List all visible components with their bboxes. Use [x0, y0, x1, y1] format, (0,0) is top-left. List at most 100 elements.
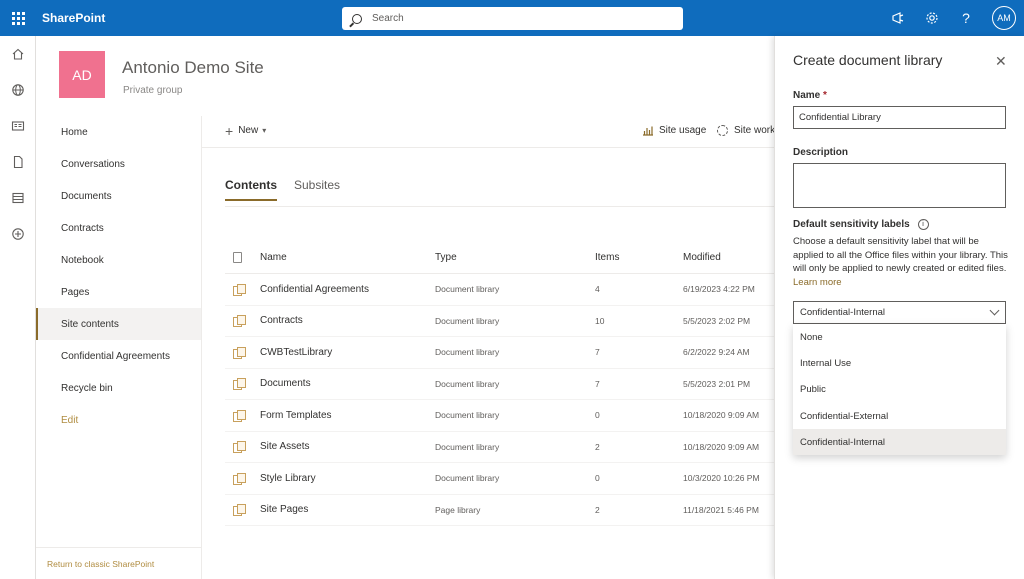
type-column-header[interactable]: Type: [435, 252, 595, 263]
required-mark: *: [823, 90, 827, 101]
library-icon: [233, 378, 246, 391]
rail-sites-button[interactable]: [0, 72, 36, 108]
sensitivity-description-text: Choose a default sensitivity label that …: [793, 236, 1008, 274]
add-circle-icon: [12, 228, 24, 240]
brand-link[interactable]: SharePoint: [42, 11, 105, 25]
table-row[interactable]: CWBTestLibrary Document library 7 6/2/20…: [225, 337, 774, 369]
learn-more-link[interactable]: Learn more: [793, 277, 842, 288]
option-internal-use[interactable]: Internal Use: [793, 350, 1006, 376]
row-name[interactable]: Site Assets: [260, 441, 435, 452]
megaphone-icon[interactable]: [890, 10, 906, 26]
app-launcher-button[interactable]: [0, 0, 36, 36]
chevron-down-icon: ▾: [262, 126, 267, 135]
sensitivity-description: Choose a default sensitivity label that …: [793, 235, 1008, 289]
items-column-header[interactable]: Items: [595, 252, 683, 263]
table-row[interactable]: Form Templates Document library 0 10/18/…: [225, 400, 774, 432]
rail-create-button[interactable]: [0, 216, 36, 252]
row-name[interactable]: CWBTestLibrary: [260, 347, 435, 358]
nav-item-pages[interactable]: Pages: [36, 276, 201, 308]
row-name[interactable]: Style Library: [260, 473, 435, 484]
left-navigation: Home Conversations Documents Contracts N…: [36, 116, 202, 579]
close-icon[interactable]: ✕: [995, 54, 1007, 68]
option-public[interactable]: Public: [793, 377, 1006, 403]
option-confidential-internal[interactable]: Confidential-Internal: [793, 429, 1006, 456]
list-icon: [12, 192, 24, 204]
nav-item-recycle-bin[interactable]: Recycle bin: [36, 372, 201, 404]
home-icon: [12, 48, 24, 60]
row-name[interactable]: Site Pages: [260, 504, 435, 515]
table-row[interactable]: Confidential Agreements Document library…: [225, 274, 774, 306]
option-none[interactable]: None: [793, 324, 1006, 350]
rail-home-button[interactable]: [0, 36, 36, 72]
description-field[interactable]: [793, 163, 1006, 208]
row-name[interactable]: Contracts: [260, 315, 435, 326]
site-title[interactable]: Antonio Demo Site: [122, 58, 264, 78]
search-placeholder: Search: [372, 13, 404, 24]
row-modified: 6/2/2022 9:24 AM: [683, 347, 750, 358]
rail-news-button[interactable]: [0, 108, 36, 144]
table-row[interactable]: Site Assets Document library 2 10/18/202…: [225, 432, 774, 463]
library-icon: [233, 441, 246, 454]
row-type: Document library: [435, 410, 500, 421]
library-icon: [233, 283, 246, 296]
row-type: Document library: [435, 473, 500, 484]
nav-item-contracts[interactable]: Contracts: [36, 212, 201, 244]
site-usage-button[interactable]: Site usage: [642, 125, 706, 136]
tab-contents[interactable]: Contents: [225, 178, 277, 201]
site-usage-label: Site usage: [659, 125, 707, 136]
waffle-icon: [11, 11, 25, 25]
modified-column-header[interactable]: Modified: [683, 252, 774, 263]
search-box[interactable]: Search: [342, 7, 683, 30]
site-subtitle: Private group: [123, 85, 183, 96]
panel-title: Create document library: [793, 52, 943, 68]
file-type-header[interactable]: [225, 252, 260, 263]
gear-icon[interactable]: [924, 10, 940, 26]
create-library-panel: Create document library ✕ Name * Descrip…: [774, 36, 1024, 579]
nav-item-notebook[interactable]: Notebook: [36, 244, 201, 276]
page-library-icon: [233, 504, 246, 517]
new-button[interactable]: + New ▾: [225, 124, 267, 138]
table-row[interactable]: Site Pages Page library 2 11/18/2021 5:4…: [225, 495, 774, 526]
option-confidential-external[interactable]: Confidential-External: [793, 403, 1006, 429]
search-icon: [352, 13, 362, 24]
row-name[interactable]: Documents: [260, 378, 435, 389]
row-name[interactable]: Form Templates: [260, 410, 435, 421]
classic-sharepoint-link[interactable]: Return to classic SharePoint: [36, 547, 201, 579]
table-row[interactable]: Style Library Document library 0 10/3/20…: [225, 463, 774, 495]
nav-item-conversations[interactable]: Conversations: [36, 148, 201, 180]
name-field[interactable]: [793, 106, 1006, 129]
tab-subsites[interactable]: Subsites: [294, 178, 340, 201]
row-items: 2: [595, 441, 600, 452]
site-workflows-label: Site work: [734, 125, 776, 136]
help-icon[interactable]: ?: [958, 10, 974, 26]
table-row[interactable]: Contracts Document library 10 5/5/2023 2…: [225, 306, 774, 337]
site-workflows-button[interactable]: Site work: [717, 125, 775, 136]
table-row[interactable]: Documents Document library 7 5/5/2023 2:…: [225, 369, 774, 400]
document-icon: [233, 252, 242, 263]
row-modified: 10/18/2020 9:09 AM: [683, 410, 760, 421]
nav-item-documents[interactable]: Documents: [36, 180, 201, 212]
row-modified: 5/5/2023 2:02 PM: [683, 315, 751, 326]
sensitivity-dropdown[interactable]: Confidential-Internal: [793, 301, 1006, 324]
sensitivity-options-list: None Internal Use Public Confidential-Ex…: [793, 324, 1006, 456]
library-icon: [233, 409, 246, 422]
row-type: Document library: [435, 441, 500, 452]
contents-table: Name Type Items Modified Confidential Ag…: [225, 242, 774, 526]
nav-item-home[interactable]: Home: [36, 116, 201, 148]
info-icon[interactable]: i: [917, 219, 929, 230]
nav-item-confidential-agreements[interactable]: Confidential Agreements: [36, 340, 201, 372]
sensitivity-label: Default sensitivity labels i: [793, 219, 929, 230]
site-logo[interactable]: AD: [59, 51, 105, 98]
rail-lists-button[interactable]: [0, 180, 36, 216]
command-bar: + New ▾ Site usage Site work: [202, 116, 775, 148]
row-name[interactable]: Confidential Agreements: [260, 284, 435, 295]
rail-files-button[interactable]: [0, 144, 36, 180]
nav-item-site-contents[interactable]: Site contents: [36, 308, 201, 340]
row-type: Page library: [435, 504, 481, 515]
library-icon: [233, 346, 246, 359]
row-type: Document library: [435, 378, 500, 389]
app-rail: [0, 36, 36, 579]
name-column-header[interactable]: Name: [260, 252, 435, 263]
nav-edit-link[interactable]: Edit: [36, 404, 201, 436]
avatar[interactable]: AM: [992, 6, 1016, 30]
